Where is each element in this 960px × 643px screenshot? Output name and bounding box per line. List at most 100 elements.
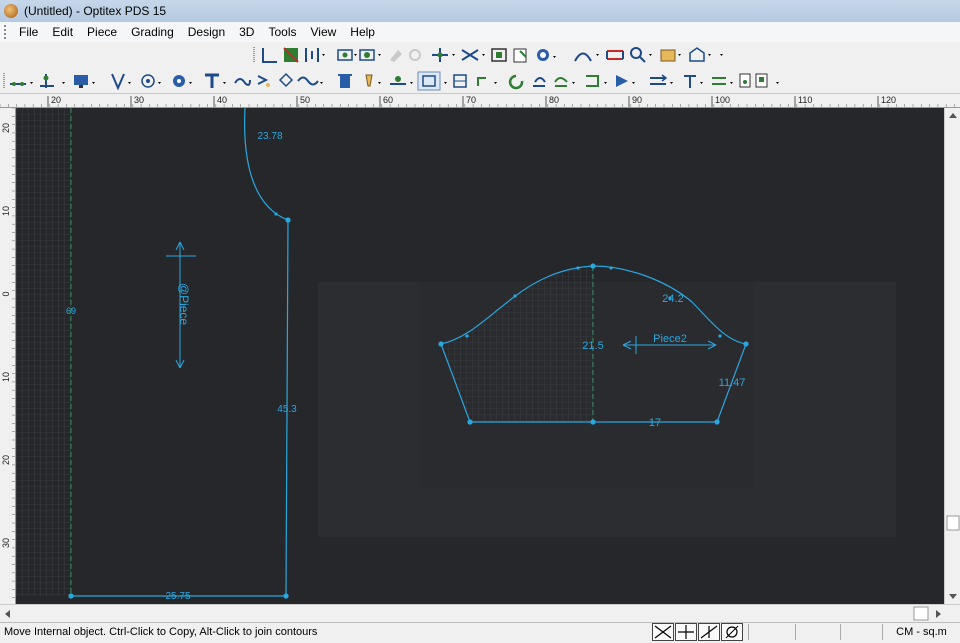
status-bar: Move Internal object. Ctrl-Click to Copy… — [0, 622, 960, 641]
gear-tool-icon[interactable] — [173, 75, 192, 87]
monitor-tool-icon[interactable] — [74, 75, 95, 88]
piece-1-point-bottom-left[interactable] — [68, 593, 74, 599]
add-point-icon[interactable] — [40, 74, 65, 88]
snap-circle-icon[interactable] — [721, 623, 743, 641]
menu-file[interactable]: File — [12, 22, 45, 42]
piece-2-point-right[interactable] — [743, 341, 749, 347]
menu-design[interactable]: Design — [181, 22, 232, 42]
piece-1-curve-point[interactable] — [274, 212, 278, 216]
scroll-right-icon[interactable] — [936, 610, 941, 618]
piece-2-curve-point-3[interactable] — [576, 266, 580, 270]
grade-tool-icon[interactable] — [660, 49, 681, 62]
app-icon[interactable] — [4, 4, 18, 18]
piece-2-point-top[interactable] — [590, 263, 596, 269]
select-points-icon[interactable] — [10, 82, 33, 86]
scroll-up-icon[interactable] — [949, 113, 957, 118]
fold-tool-icon[interactable] — [283, 47, 299, 63]
cut-tool-icon[interactable] — [461, 49, 485, 61]
piece-edit-icon[interactable] — [513, 48, 527, 63]
trash-icon[interactable] — [338, 74, 352, 88]
move-down-icon[interactable] — [712, 77, 733, 85]
piece-1-grid — [16, 108, 71, 596]
piece-flip-icon[interactable] — [586, 75, 607, 87]
baseline-tool-icon[interactable] — [390, 76, 413, 85]
v-ruler-label: 0 — [1, 291, 11, 296]
notch-tool-icon[interactable] — [337, 49, 357, 61]
menu-piece[interactable]: Piece — [80, 22, 124, 42]
piece-2-label: Piece2 — [653, 333, 687, 345]
swap-tool-icon[interactable] — [650, 74, 673, 85]
mirror-tool-icon[interactable] — [305, 48, 325, 62]
piece-tool-icon[interactable] — [491, 48, 507, 62]
snap-cross-icon[interactable] — [652, 623, 674, 641]
piece-1-point-bottom-right[interactable] — [283, 593, 289, 599]
piece-2-dim-bottom: 17 — [649, 417, 661, 429]
measure-tool-icon[interactable] — [606, 50, 624, 60]
h-ruler-label: 70 — [466, 95, 476, 105]
dart-tool-icon[interactable] — [111, 73, 131, 91]
curve-measure-icon[interactable] — [574, 52, 599, 62]
frame-tool-icon[interactable] — [417, 71, 447, 91]
more-dropdown-icon[interactable] — [720, 54, 723, 56]
piece-2-curve-point-2[interactable] — [513, 294, 517, 298]
vertical-scrollbar[interactable] — [944, 108, 960, 604]
piece-2-point-bottom-left[interactable] — [467, 419, 473, 425]
horizontal-ruler: 20 30 40 50 60 70 80 90 100 110 120 — [0, 94, 960, 108]
horizontal-scrollbar[interactable] — [0, 604, 960, 622]
wave-tool-icon[interactable] — [297, 76, 323, 86]
text-tool-icon[interactable] — [205, 73, 226, 88]
refresh-icon[interactable] — [508, 74, 524, 90]
piece-2-point-bottom-right[interactable] — [714, 419, 720, 425]
piece-2-curve-point-1[interactable] — [465, 334, 469, 338]
menu-view[interactable]: View — [303, 22, 343, 42]
menu-grading[interactable]: Grading — [124, 22, 181, 42]
piece-1-dim-left: 69 — [66, 306, 76, 316]
vertical-ruler: 20 10 0 10 20 30 — [0, 108, 16, 604]
circle-tool-icon[interactable] — [537, 49, 556, 61]
scroll-left-icon[interactable] — [5, 610, 10, 618]
status-separator — [748, 624, 749, 640]
align-tool-icon[interactable] — [453, 74, 467, 88]
drill-tool-icon[interactable] — [359, 49, 381, 61]
disabled-tool-icon[interactable] — [390, 50, 402, 62]
menu-tools[interactable]: Tools — [261, 22, 303, 42]
menu-3d[interactable]: 3D — [232, 22, 261, 42]
status-units[interactable]: CM - sq.m — [882, 624, 960, 640]
piece-2[interactable]: Piece2 21.5 24.2 11.47 17 — [318, 258, 896, 537]
menu-grip[interactable] — [4, 25, 10, 39]
corner-tool-icon[interactable] — [262, 48, 277, 63]
drawing-canvas[interactable]: @Piece 23.78 69 45.3 25.75 Piece2 21.5 2… — [16, 108, 944, 604]
piece-1-dim-top: 23.78 — [257, 131, 282, 142]
scroll-down-icon[interactable] — [949, 594, 957, 599]
title-bar: (Untitled) - Optitex PDS 15 — [0, 0, 960, 22]
pleat-tool-icon[interactable] — [257, 75, 270, 87]
rotate-piece-icon[interactable] — [477, 77, 497, 86]
button-tool-icon[interactable] — [141, 74, 161, 88]
page-tool-icon[interactable] — [755, 73, 779, 88]
h-ruler-label: 40 — [217, 95, 227, 105]
piece-2-point-left[interactable] — [438, 341, 444, 347]
menu-edit[interactable]: Edit — [45, 22, 80, 42]
curve-left-icon[interactable] — [533, 77, 546, 87]
snap-move-icon[interactable] — [675, 623, 697, 641]
play-tool-icon[interactable] — [616, 75, 635, 87]
piece-2-point-bottom-center[interactable] — [590, 419, 596, 425]
arrow-point-tool-icon[interactable] — [432, 48, 455, 62]
document-tool-icon[interactable] — [739, 73, 751, 88]
pen-tool-icon[interactable] — [365, 74, 381, 87]
magnify-tool-icon[interactable] — [630, 47, 652, 63]
split-tool-icon[interactable] — [684, 75, 703, 88]
vscroll-thumb[interactable] — [946, 515, 960, 531]
snap-angle-icon[interactable] — [698, 623, 720, 641]
piece-2-curve-point-4[interactable] — [609, 266, 613, 270]
disabled-tool-2-icon[interactable] — [409, 49, 421, 61]
hscroll-thumb[interactable] — [913, 606, 929, 621]
menu-help[interactable]: Help — [343, 22, 382, 42]
piece-2-curve-point-6[interactable] — [718, 334, 722, 338]
house-tool-icon[interactable] — [689, 47, 711, 62]
sew-tool-icon[interactable] — [234, 78, 251, 86]
diamond-tool-icon[interactable] — [278, 72, 294, 88]
piece-1-point-top[interactable] — [285, 217, 291, 223]
curve-right-icon[interactable] — [554, 77, 575, 87]
piece-1[interactable]: @Piece 23.78 69 45.3 25.75 — [16, 108, 297, 602]
